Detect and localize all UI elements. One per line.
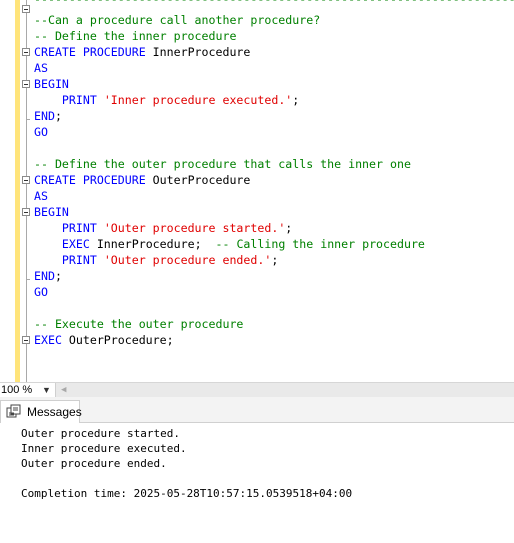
code-line: BEGIN [34,76,69,92]
chevron-down-icon[interactable]: ▼ [42,383,51,397]
messages-output: Outer procedure started. Inner procedure … [21,426,352,501]
keyword-token: EXEC [61,237,97,251]
code-line: AS [34,188,48,204]
collapse-create-outer-icon[interactable] [22,176,30,184]
string-token: 'Inner procedure executed.' [103,93,293,107]
keyword-token: AS [34,189,48,203]
keyword-token: END [34,269,55,283]
identifier-token: ; [271,253,279,267]
identifier-token: OuterProcedure [152,173,251,187]
code-line: -- Define the inner procedure [34,28,236,44]
comment-token: --Can a procedure call another procedure… [34,13,321,27]
messages-icon [6,404,21,418]
identifier-token: ; [194,237,216,251]
messages-tab-label: Messages [27,405,82,419]
keyword-token: GO [34,125,48,139]
code-line: PRINT 'Outer procedure started.'; [34,220,292,236]
code-line: END; [34,268,62,284]
collapse-create-inner-icon[interactable] [22,48,30,56]
message-line: Outer procedure started. [21,427,180,440]
collapse-begin-outer-icon[interactable] [22,208,30,216]
identifier-token: ; [54,269,62,283]
identifier-token [34,93,62,107]
comment-token: -- Calling the inner procedure [215,237,425,251]
message-line: Completion time: 2025-05-28T10:57:15.053… [21,487,353,500]
keyword-token: PRINT [61,253,104,267]
keyword-token: BEGIN [34,205,69,219]
fold-end-marker [26,279,30,280]
zoom-dropdown[interactable]: 100 % ▼ [0,383,56,397]
keyword-token: PRINT [61,221,104,235]
code-line: PRINT 'Inner procedure executed.'; [34,92,299,108]
string-token: 'Outer procedure started.' [103,221,286,235]
code-line: CREATE PROCEDURE OuterProcedure [34,172,250,188]
editor-status-strip: 100 % ▼ ◀ [0,382,514,397]
code-line: CREATE PROCEDURE InnerProcedure [34,44,250,60]
keyword-token: PRINT [61,93,104,107]
code-line: -- Define the outer procedure that calls… [34,156,411,172]
editor-left-margin [0,0,14,382]
string-token: 'Outer procedure ended.' [103,253,272,267]
header-dashes: ----------------------------------------… [34,0,514,7]
identifier-token [34,221,62,235]
code-line: END; [34,108,62,124]
message-line: Inner procedure executed. [21,442,187,455]
code-line: EXEC InnerProcedure; -- Calling the inne… [34,236,425,252]
sql-editor[interactable]: ----------------------------------------… [0,0,514,382]
collapse-exec-icon[interactable] [22,336,30,344]
code-line: --Can a procedure call another procedure… [34,12,320,28]
identifier-token: ; [292,93,300,107]
keyword-token: GO [34,285,48,299]
code-line: -- Execute the outer procedure [34,316,243,332]
identifier-token: InnerProcedure [152,45,251,59]
outline-guide [26,0,27,382]
code-line: GO [34,284,48,300]
code-line: EXEC OuterProcedure; [34,332,174,348]
keyword-token: AS [34,61,48,75]
message-line: Outer procedure ended. [21,457,167,470]
tab-messages[interactable]: Messages [0,400,82,423]
results-pane: Messages Outer procedure started. Inner p… [0,397,514,543]
comment-token: -- Define the outer procedure that calls… [34,157,411,171]
identifier-token: ; [285,221,293,235]
comment-token: -- Define the inner procedure [34,29,237,43]
identifier-token [34,253,62,267]
identifier-token: OuterProcedure [68,333,167,347]
zoom-value: 100 % [1,384,33,396]
comment-token: -- Execute the outer procedure [34,317,244,331]
identifier-token: ; [166,333,174,347]
collapse-comment-block-icon[interactable] [22,5,30,13]
code-line: AS [34,60,48,76]
results-tab-strip: Messages [0,397,514,423]
code-line: PRINT 'Outer procedure ended.'; [34,252,278,268]
keyword-token: CREATE PROCEDURE [34,45,153,59]
code-line: BEGIN [34,204,69,220]
code-line: GO [34,124,48,140]
keyword-token: CREATE PROCEDURE [34,173,153,187]
identifier-token: ; [54,109,62,123]
keyword-token: EXEC [34,333,69,347]
collapse-begin-inner-icon[interactable] [22,80,30,88]
change-tracking-bar [15,0,20,382]
identifier-token: InnerProcedure [96,237,195,251]
keyword-token: END [34,109,55,123]
keyword-token: BEGIN [34,77,69,91]
scroll-left-arrow-icon[interactable]: ◀ [61,383,66,397]
identifier-token [34,237,62,251]
fold-end-marker [26,119,30,120]
